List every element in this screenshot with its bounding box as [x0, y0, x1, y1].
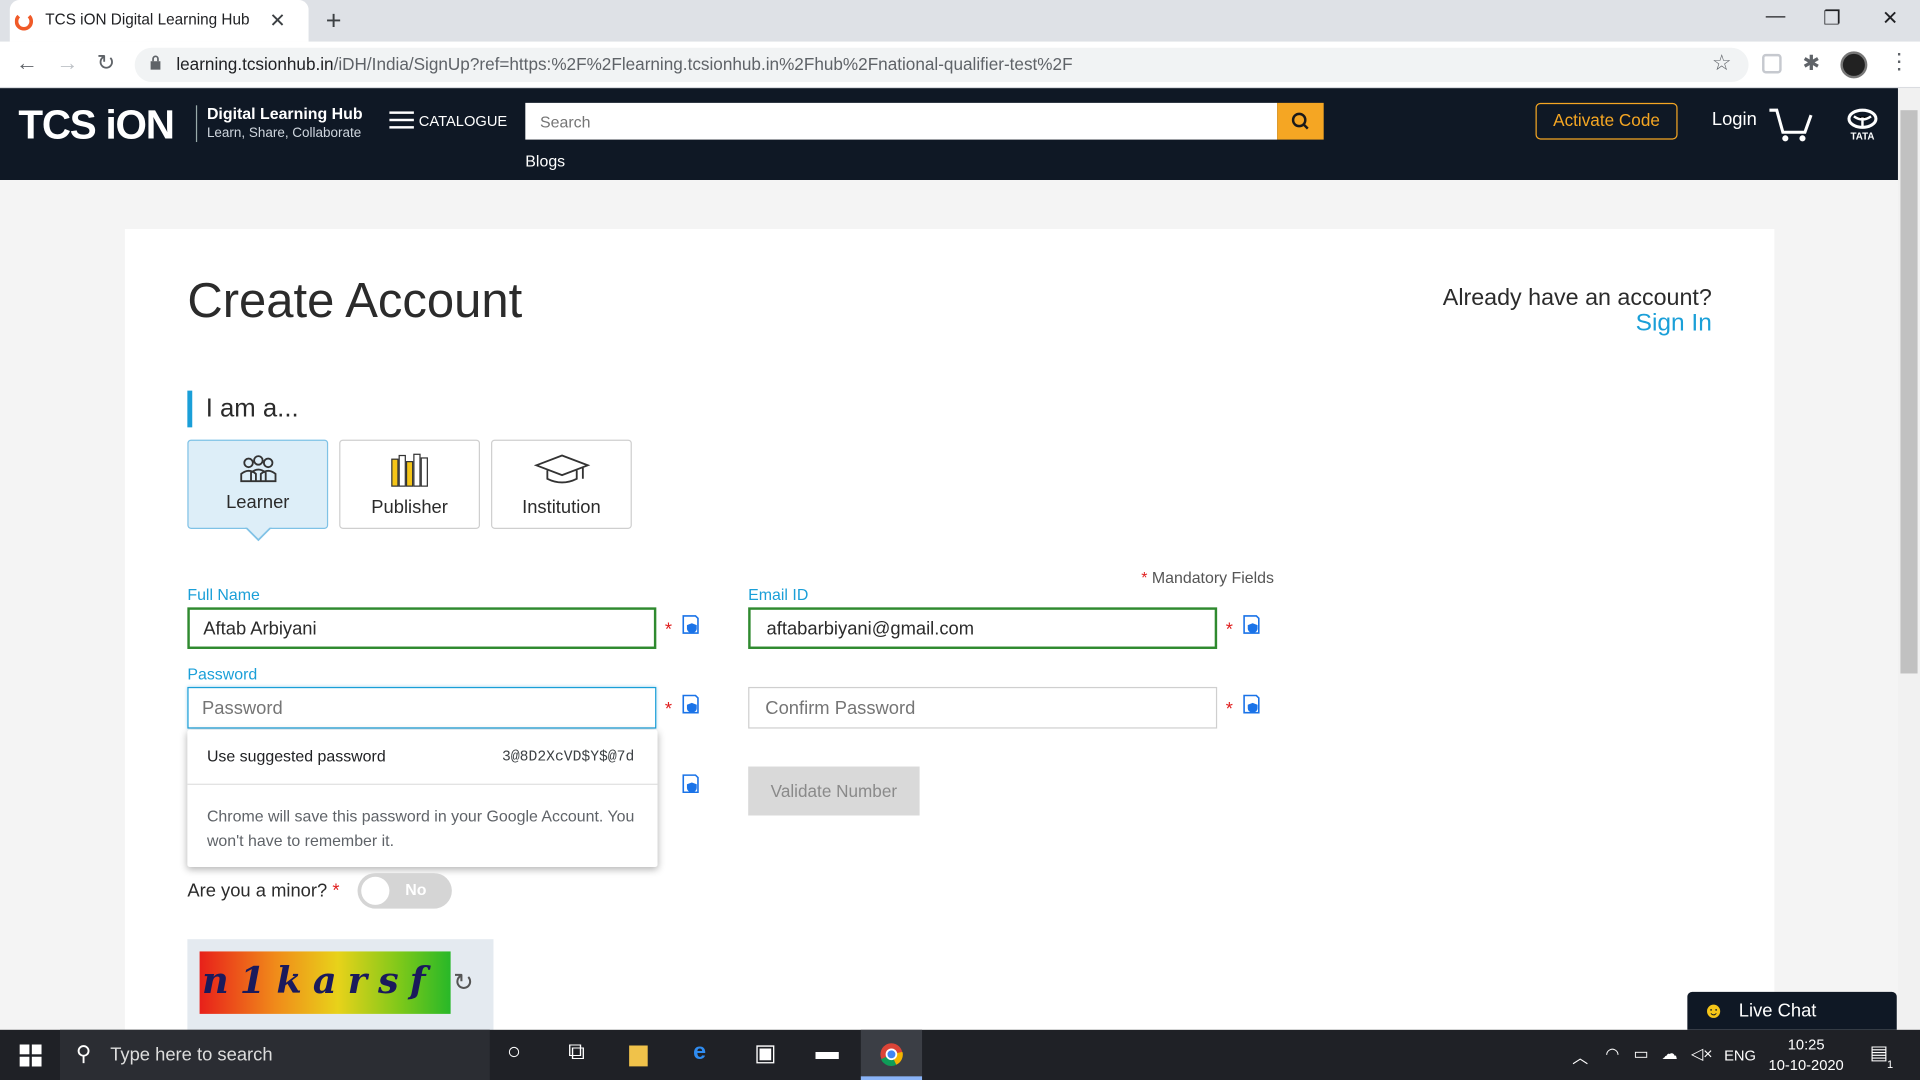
- svg-text:TATA: TATA: [1851, 132, 1875, 142]
- email-label: Email ID: [748, 585, 809, 604]
- puzzle-extensions-icon[interactable]: ✱: [1802, 51, 1819, 75]
- learner-group-icon: [240, 455, 277, 483]
- role-label: Institution: [522, 497, 601, 518]
- tab-close-icon[interactable]: ✕: [269, 9, 285, 33]
- iam-heading: I am a...: [205, 394, 299, 423]
- role-publisher-button[interactable]: Publisher: [339, 439, 481, 529]
- required-star: *: [664, 699, 673, 721]
- url-text[interactable]: learning.tcsionhub.in/iDH/India/SignUp?r…: [176, 54, 1072, 74]
- required-star: *: [1225, 619, 1233, 641]
- window-close-button[interactable]: ✕: [1882, 6, 1898, 30]
- tab-title: TCS iON Digital Learning Hub: [45, 11, 250, 29]
- tray-chevron-icon[interactable]: ︿: [1572, 1044, 1588, 1067]
- profile-avatar[interactable]: [1840, 51, 1868, 79]
- role-label: Publisher: [371, 497, 448, 518]
- battery-icon[interactable]: ▭: [1633, 1044, 1648, 1064]
- popup-divider: [187, 783, 658, 785]
- email-field[interactable]: [748, 607, 1218, 649]
- role-label: Learner: [226, 492, 290, 514]
- notifications-icon[interactable]: ▤: [1870, 1041, 1889, 1065]
- use-suggested-password-option[interactable]: Use suggested password: [207, 747, 386, 765]
- graduation-cap-icon: [533, 454, 591, 484]
- chrome-taskbar-button[interactable]: [860, 1029, 923, 1080]
- blogs-link[interactable]: Blogs: [525, 152, 565, 170]
- file-explorer-icon[interactable]: ▆: [629, 1040, 647, 1068]
- role-learner-button[interactable]: Learner: [187, 439, 329, 529]
- activate-code-button[interactable]: Activate Code: [1535, 102, 1678, 140]
- reload-icon[interactable]: ↻: [97, 50, 115, 76]
- publisher-books-icon: [391, 453, 428, 487]
- back-arrow-icon[interactable]: ←: [16, 50, 38, 76]
- edge-icon[interactable]: e: [693, 1040, 706, 1067]
- wifi-icon[interactable]: ◠: [1605, 1044, 1619, 1064]
- already-account-text: Already have an account?: [1442, 285, 1712, 312]
- notification-count: 1: [1886, 1057, 1894, 1071]
- suggested-password[interactable]: 3@8D2XcVD$Y$@7d: [502, 748, 634, 765]
- restore-button[interactable]: ❐: [1823, 6, 1841, 30]
- chat-person-icon: ☻: [1702, 997, 1726, 1023]
- toggle-knob[interactable]: [361, 876, 390, 905]
- shield-info-icon[interactable]: [681, 694, 701, 715]
- catalogue-link[interactable]: CATALOGUE: [419, 113, 507, 130]
- shield-info-icon[interactable]: [1242, 694, 1262, 715]
- password-label: Password: [187, 664, 258, 684]
- tata-logo-icon: TATA: [1847, 108, 1878, 142]
- logo-title: Digital Learning Hub: [206, 104, 363, 123]
- extension-icon[interactable]: [1762, 53, 1782, 74]
- full-name-label: Full Name: [187, 585, 260, 604]
- password-save-note: Chrome will save this password in your G…: [206, 806, 635, 850]
- lock-icon[interactable]: [149, 55, 161, 70]
- search-button[interactable]: [1277, 102, 1324, 140]
- onedrive-cloud-icon[interactable]: ☁: [1662, 1044, 1678, 1064]
- page-title: Create Account: [187, 274, 523, 329]
- login-link[interactable]: Login: [1712, 109, 1757, 130]
- terminal-icon[interactable]: ▬: [816, 1040, 839, 1067]
- clock[interactable]: 10:25 10-10-2020: [1768, 1035, 1844, 1077]
- language-indicator[interactable]: ENG: [1724, 1047, 1756, 1064]
- selected-role-caret-fill: [246, 526, 271, 539]
- hamburger-menu-icon[interactable]: [389, 111, 414, 129]
- volume-muted-icon[interactable]: ◁×: [1691, 1044, 1713, 1064]
- tcs-ion-logo[interactable]: TCS iON: [18, 102, 175, 149]
- mandatory-fields-note: * Mandatory Fields: [1141, 568, 1274, 587]
- windows-start-icon[interactable]: [19, 1044, 42, 1067]
- cart-icon[interactable]: [1767, 103, 1816, 145]
- shield-info-icon[interactable]: [681, 615, 701, 636]
- role-institution-button[interactable]: Institution: [491, 439, 632, 529]
- required-star: *: [1225, 699, 1233, 721]
- logo-divider: [195, 105, 198, 143]
- new-tab-button[interactable]: +: [326, 5, 342, 37]
- validate-number-button[interactable]: Validate Number: [748, 766, 920, 816]
- search-input[interactable]: [525, 102, 1278, 140]
- captcha-refresh-icon[interactable]: ↻: [453, 967, 474, 998]
- required-star: *: [664, 619, 673, 641]
- tcs-favicon-icon: [14, 12, 34, 31]
- confirm-password-field[interactable]: [748, 686, 1218, 729]
- task-view-icon[interactable]: ⧉: [568, 1040, 585, 1067]
- store-icon[interactable]: ▣: [754, 1040, 776, 1068]
- chrome-icon: [880, 1043, 903, 1066]
- shield-info-icon[interactable]: [1242, 615, 1262, 636]
- menu-kebab-icon[interactable]: ⋮: [1888, 49, 1910, 75]
- minor-question: Are you a minor? *: [187, 880, 340, 902]
- taskbar-search-placeholder[interactable]: Type here to search: [110, 1044, 272, 1065]
- section-accent-bar: [187, 390, 193, 428]
- live-chat-label: Live Chat: [1738, 1000, 1817, 1022]
- password-field[interactable]: [187, 686, 657, 729]
- toggle-label: No: [405, 880, 427, 899]
- full-name-field[interactable]: [187, 607, 657, 649]
- minimize-button[interactable]: —: [1766, 6, 1786, 28]
- bookmark-star-icon[interactable]: ☆: [1712, 50, 1732, 76]
- logo-subtitle: Learn, Share, Collaborate: [206, 126, 362, 141]
- search-icon: ⚲: [75, 1042, 92, 1066]
- sign-in-link[interactable]: Sign In: [1347, 310, 1712, 338]
- scrollbar-thumb[interactable]: [1900, 110, 1918, 674]
- captcha-text: n1karsf: [202, 960, 437, 1003]
- search-icon: [1291, 112, 1309, 130]
- cortana-icon[interactable]: ○: [507, 1040, 521, 1067]
- shield-info-icon[interactable]: [681, 774, 701, 795]
- forward-arrow-icon[interactable]: →: [56, 50, 78, 76]
